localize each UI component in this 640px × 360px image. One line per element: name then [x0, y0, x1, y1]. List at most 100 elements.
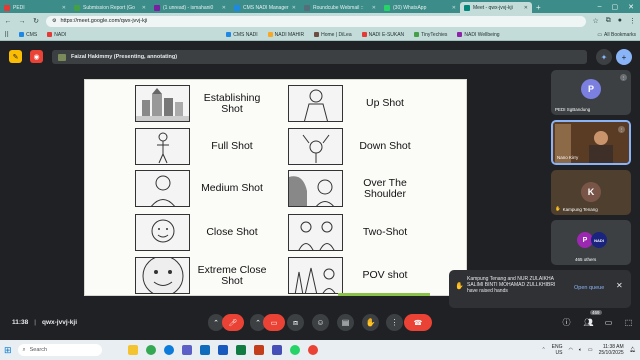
all-bookmarks[interactable]: ▭ All Bookmarks: [597, 32, 636, 38]
site-info-icon[interactable]: ⚙: [52, 18, 56, 24]
activities-icon[interactable]: ⬚: [620, 314, 637, 331]
minimize-icon[interactable]: –: [598, 3, 602, 11]
people-icon[interactable]: 👥︎: [580, 314, 597, 331]
bookmark-item[interactable]: CMS: [19, 32, 37, 38]
close-icon[interactable]: ✕: [372, 5, 376, 11]
emoji-icon[interactable]: ☺: [312, 314, 329, 331]
volume-icon[interactable]: 🔈︎: [579, 347, 582, 353]
more-options-icon[interactable]: ⋮: [620, 74, 627, 81]
menu-icon[interactable]: ⋮: [629, 17, 636, 25]
extensions-icon[interactable]: ⧉: [606, 17, 611, 25]
info-icon[interactable]: ⓘ: [558, 314, 575, 331]
taskbar-search[interactable]: ⌕ Search: [17, 344, 102, 356]
tab-5[interactable]: Roundcube Webmail :: ✕: [300, 2, 380, 13]
teams-icon[interactable]: [271, 345, 282, 355]
participant-tile[interactable]: P PEDI SgBandung ⋮: [551, 70, 631, 115]
leave-call-button[interactable]: ☎: [404, 314, 432, 331]
tab-4[interactable]: CMS NADI Manager ✕: [230, 2, 300, 13]
present-icon[interactable]: ⧈: [287, 314, 304, 331]
notifications-icon[interactable]: 🔔︎: [630, 347, 636, 353]
url-field[interactable]: ⚙ https://meet.google.com/qwx-jvvj-kji: [46, 15, 587, 27]
close-icon[interactable]: ✕: [292, 5, 296, 11]
edge-icon[interactable]: [163, 345, 174, 355]
other-features-icon[interactable]: ✦: [596, 49, 612, 65]
toast-text: Kampung Tenang and NUR ZULAIKHA SALIMI B…: [467, 276, 556, 294]
shot-label: Up Shot: [366, 97, 404, 109]
participant-tile[interactable]: K ✋ Kampung Tenang: [551, 170, 631, 215]
shot-row: Full Shot: [135, 128, 270, 165]
add-icon[interactable]: +: [616, 49, 632, 65]
tab-favicon: [384, 4, 390, 11]
participant-tile[interactable]: Nano Kirry ⋮: [551, 120, 631, 165]
raise-hand-icon[interactable]: ✋: [362, 314, 379, 331]
bookmark-item[interactable]: NADI Wellbeing: [457, 32, 500, 38]
pov-shot-image: [288, 257, 343, 294]
shot-label: Two-Shot: [362, 226, 408, 238]
more-options-icon[interactable]: ⋮: [386, 314, 403, 331]
shot-label: POV shot: [362, 269, 408, 281]
store-icon[interactable]: [181, 345, 192, 355]
shot-row: POV shot: [288, 257, 423, 294]
taskbar-clock[interactable]: 11:38 AM 25/10/2025: [599, 344, 624, 356]
presenter-banner: Faizal Hakimmy (Presenting, annotating): [52, 50, 587, 64]
mic-off-button[interactable]: 🎤︎: [222, 314, 244, 331]
tray-expand-icon[interactable]: ⌃: [541, 347, 545, 353]
reload-icon[interactable]: ↻: [32, 17, 40, 25]
close-icon[interactable]: ✕: [524, 5, 528, 11]
windows-start-icon[interactable]: ⊞: [4, 345, 12, 356]
back-icon[interactable]: ←: [4, 18, 12, 25]
window-controls: – ▢ ✕: [598, 3, 640, 11]
more-options-icon[interactable]: ⋮: [618, 126, 625, 133]
new-tab-button[interactable]: +: [532, 2, 545, 13]
bookmark-item[interactable]: TinyTechies: [414, 32, 447, 38]
chrome-icon[interactable]: [145, 345, 156, 355]
chrome-active-icon[interactable]: [307, 345, 318, 355]
tab-3[interactable]: (1 unread) - ismahani0 ✕: [150, 2, 230, 13]
star-icon[interactable]: ☆: [592, 17, 598, 25]
close-icon[interactable]: ✕: [222, 5, 226, 11]
bookmark-item[interactable]: NADI: [47, 32, 66, 38]
tab-meet-active[interactable]: Meet - qwx-jvvj-kji ✕: [460, 2, 532, 13]
annotation-mark: [338, 293, 430, 296]
close-icon[interactable]: ✕: [62, 5, 66, 11]
bookmark-item[interactable]: CMS NADI: [226, 32, 258, 38]
tab-6[interactable]: (30) WhatsApp ✕: [380, 2, 460, 13]
shot-label: Down Shot: [359, 140, 411, 152]
shot-label: Over The Shoulder: [363, 176, 407, 200]
excel-icon[interactable]: [235, 345, 246, 355]
wifi-icon[interactable]: ◠: [568, 347, 572, 353]
battery-icon[interactable]: ▭: [588, 347, 593, 353]
down-shot-image: [288, 128, 343, 165]
bookmark-item[interactable]: NADI E-SUKAN: [361, 32, 404, 38]
whatsapp-icon[interactable]: [289, 345, 300, 355]
tab-1[interactable]: PEDI ✕: [0, 2, 70, 13]
maximize-icon[interactable]: ▢: [612, 3, 619, 11]
close-icon[interactable]: ✕: [142, 5, 146, 11]
powerpoint-icon[interactable]: [253, 345, 264, 355]
close-icon[interactable]: ✕: [616, 282, 623, 290]
lightbulb-icon[interactable]: ✎: [9, 50, 22, 63]
close-window-icon[interactable]: ✕: [628, 3, 634, 11]
full-shot-image: [135, 128, 190, 165]
apps-icon[interactable]: ⠿: [4, 31, 9, 39]
raised-hands-toast: ✋ Kampung Tenang and NUR ZULAIKHA SALIMI…: [449, 270, 631, 308]
bookmark-item[interactable]: NADI MAHIR: [267, 32, 304, 38]
close-icon[interactable]: ✕: [452, 5, 456, 11]
mail-icon[interactable]: [199, 345, 210, 355]
taskbar-apps: [127, 345, 318, 355]
profile-icon[interactable]: ●: [618, 17, 622, 25]
chat-icon[interactable]: ▭: [600, 314, 617, 331]
avatar: K: [581, 182, 601, 202]
camera-off-button[interactable]: ▭: [263, 314, 285, 331]
file-explorer-icon[interactable]: [127, 345, 138, 355]
tab-2[interactable]: Submission Report (Go ✕: [70, 2, 150, 13]
captions-icon[interactable]: ▤: [337, 314, 354, 331]
tab-favicon: [4, 4, 10, 11]
record-icon[interactable]: ◉: [30, 50, 43, 63]
bookmark-item[interactable]: Home | DiLea: [314, 32, 352, 38]
others-tile[interactable]: P NADI 465 others: [551, 220, 631, 265]
language-indicator[interactable]: ENG US: [552, 344, 563, 356]
open-queue-button[interactable]: Open queue: [574, 285, 604, 291]
forward-icon[interactable]: →: [18, 18, 26, 25]
word-icon[interactable]: [217, 345, 228, 355]
